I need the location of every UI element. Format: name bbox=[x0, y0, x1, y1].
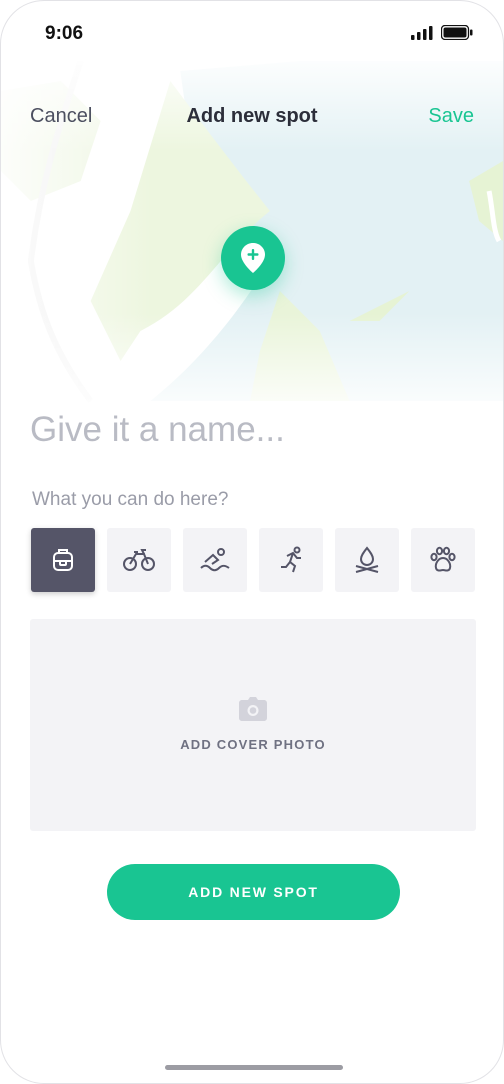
status-bar: 9:06 bbox=[1, 1, 503, 65]
activity-pets[interactable] bbox=[411, 528, 475, 592]
cover-photo-label: ADD COVER PHOTO bbox=[180, 737, 326, 752]
home-indicator[interactable] bbox=[165, 1065, 343, 1070]
status-icons bbox=[411, 25, 473, 40]
map-pin-plus-icon bbox=[241, 243, 265, 273]
running-icon bbox=[281, 546, 301, 573]
nav-bar: Cancel Add new spot Save bbox=[1, 101, 503, 137]
activities-label: What you can do here? bbox=[32, 489, 229, 510]
add-new-spot-button[interactable]: ADD NEW SPOT bbox=[107, 864, 400, 920]
bicycle-icon bbox=[123, 549, 155, 571]
campfire-icon bbox=[355, 546, 379, 573]
backpack-icon bbox=[53, 549, 73, 571]
activity-running[interactable] bbox=[259, 528, 323, 592]
paw-icon bbox=[430, 546, 456, 572]
phone-frame: 9:06 Cancel Add new spot Save Give it a … bbox=[0, 0, 504, 1084]
battery-icon bbox=[441, 25, 473, 40]
swimming-icon bbox=[200, 548, 230, 572]
activity-camping[interactable] bbox=[335, 528, 399, 592]
activity-selector bbox=[31, 528, 475, 592]
cancel-button[interactable]: Cancel bbox=[30, 105, 92, 128]
save-button[interactable]: Save bbox=[428, 105, 474, 128]
signal-icon bbox=[411, 25, 433, 40]
activity-swimming[interactable] bbox=[183, 528, 247, 592]
camera-icon bbox=[239, 697, 267, 721]
add-cover-photo-button[interactable]: ADD COVER PHOTO bbox=[30, 619, 476, 831]
map-pin-button[interactable] bbox=[221, 226, 285, 290]
status-time: 9:06 bbox=[45, 23, 84, 44]
activity-cycling[interactable] bbox=[107, 528, 171, 592]
activity-hiking[interactable] bbox=[31, 528, 95, 592]
spot-name-input[interactable] bbox=[30, 405, 470, 455]
